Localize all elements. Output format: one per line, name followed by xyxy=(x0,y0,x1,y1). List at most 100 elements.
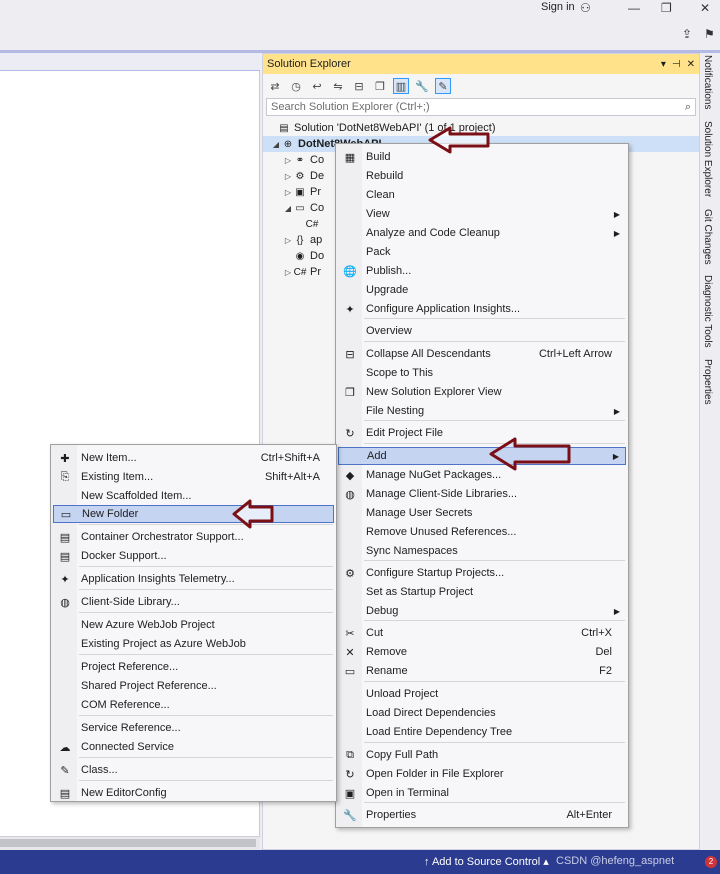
menu-item-manage-user-secrets[interactable]: Manage User Secrets xyxy=(338,504,626,522)
panel-close-icon[interactable]: ✕ xyxy=(687,59,695,70)
person-icon[interactable]: ⚇ xyxy=(580,1,591,15)
side-tab[interactable]: Git Changes xyxy=(702,209,713,265)
submenu-item-new-folder[interactable]: ▭ New Folder xyxy=(53,505,334,523)
submenu-item-shared-project-reference[interactable]: Shared Project Reference... xyxy=(53,677,334,695)
submenu-item-application-insights-telemetry[interactable]: ✦ Application Insights Telemetry... xyxy=(53,570,334,588)
menu-item-add[interactable]: Add ▶ xyxy=(338,447,626,465)
show-all-files-icon[interactable]: ❐ xyxy=(372,78,388,94)
notification-badge[interactable]: 2 xyxy=(705,856,717,868)
collapse-all-icon[interactable]: ⊟ xyxy=(351,78,367,94)
submenu-item-new-editorconfig[interactable]: ▤ New EditorConfig xyxy=(53,784,334,802)
menu-item-remove-unused-references[interactable]: Remove Unused References... xyxy=(338,523,626,541)
menu-shortcut: Ctrl+Left Arrow xyxy=(538,348,612,360)
sync-icon[interactable]: ⇋ xyxy=(330,78,346,94)
submenu-item-existing-project-as-azure-webjob[interactable]: Existing Project as Azure WebJob xyxy=(53,635,334,653)
properties-icon[interactable]: 🔧 xyxy=(414,78,430,94)
expander-icon[interactable]: ▷ xyxy=(283,172,293,181)
menu-item-manage-client-side-libraries[interactable]: ◍ Manage Client-Side Libraries... xyxy=(338,485,626,503)
menu-item-upgrade[interactable]: Upgrade xyxy=(338,281,626,299)
side-tab[interactable]: Notifications xyxy=(702,55,713,109)
sign-in-link[interactable]: Sign in xyxy=(541,1,575,13)
submenu-item-container-orchestrator-support[interactable]: ▤ Container Orchestrator Support... xyxy=(53,528,334,546)
menu-item-label: New Folder xyxy=(82,508,139,520)
horizontal-scrollbar[interactable] xyxy=(0,836,260,850)
menu-item-rebuild[interactable]: Rebuild xyxy=(338,167,626,185)
expander-icon[interactable]: ▷ xyxy=(283,156,293,165)
menu-item-analyze-and-code-cleanup[interactable]: Analyze and Code Cleanup ▶ xyxy=(338,224,626,242)
build-icon: ▦ xyxy=(344,151,356,164)
menu-item-unload-project[interactable]: Unload Project xyxy=(338,685,626,703)
menu-item-debug[interactable]: Debug ▶ xyxy=(338,602,626,620)
menu-item-overview[interactable]: Overview xyxy=(338,322,626,340)
feedback-icon[interactable]: ⚑ xyxy=(704,27,715,41)
menu-item-edit-project-file[interactable]: ↻ Edit Project File xyxy=(338,424,626,442)
expander-icon[interactable]: ◢ xyxy=(283,204,293,213)
terminal-icon: ▣ xyxy=(344,787,356,800)
side-tab[interactable]: Properties xyxy=(702,359,713,405)
expander-icon[interactable]: ◢ xyxy=(271,140,281,149)
class-icon: ✎ xyxy=(60,764,70,777)
close-icon[interactable]: ✕ xyxy=(700,1,710,15)
side-tab[interactable]: Diagnostic Tools xyxy=(702,275,713,348)
expander-icon[interactable]: ▷ xyxy=(283,268,293,277)
side-tab[interactable]: Solution Explorer xyxy=(702,121,713,197)
expander-icon[interactable]: ▷ xyxy=(283,188,293,197)
submenu-item-new-scaffolded-item[interactable]: New Scaffolded Item... xyxy=(53,487,334,505)
restore-icon[interactable]: ❐ xyxy=(661,1,672,15)
menu-item-collapse-all-descendants[interactable]: ⊟ Collapse All Descendants Ctrl+Left Arrow xyxy=(338,345,626,363)
menu-item-file-nesting[interactable]: File Nesting ▶ xyxy=(338,402,626,420)
menu-item-publish[interactable]: 🌐 Publish... xyxy=(338,262,626,280)
menu-item-pack[interactable]: Pack xyxy=(338,243,626,261)
menu-item-open-in-terminal[interactable]: ▣ Open in Terminal xyxy=(338,784,626,802)
menu-item-configure-startup-projects[interactable]: ⚙ Configure Startup Projects... xyxy=(338,564,626,582)
pin-icon[interactable]: ⊣ xyxy=(672,59,681,70)
submenu-item-project-reference[interactable]: Project Reference... xyxy=(53,658,334,676)
submenu-item-new-item[interactable]: ✚ New Item... Ctrl+Shift+A xyxy=(53,449,334,467)
menu-item-clean[interactable]: Clean xyxy=(338,186,626,204)
search-icon[interactable]: ⌕ xyxy=(685,101,695,114)
expander-icon[interactable]: ▷ xyxy=(283,236,293,245)
solution-explorer-search[interactable]: Search Solution Explorer (Ctrl+;) ⌕ xyxy=(266,98,696,116)
preview-icon[interactable]: ▥ xyxy=(393,78,409,94)
menu-separator xyxy=(79,715,333,716)
menu-item-sync-namespaces[interactable]: Sync Namespaces xyxy=(338,542,626,560)
submenu-item-existing-item[interactable]: ⎘ Existing Item... Shift+Alt+A xyxy=(53,468,334,486)
scrollbar-thumb[interactable] xyxy=(0,839,256,847)
menu-item-label: Open in Terminal xyxy=(366,787,449,799)
menu-item-new-solution-explorer-view[interactable]: ❐ New Solution Explorer View xyxy=(338,383,626,401)
menu-item-configure-application-insights[interactable]: ✦ Configure Application Insights... xyxy=(338,300,626,318)
folder-icon: ▭ xyxy=(60,508,72,521)
submenu-item-connected-service[interactable]: ☁ Connected Service xyxy=(53,738,334,756)
menu-item-load-entire-dependency-tree[interactable]: Load Entire Dependency Tree xyxy=(338,723,626,741)
submenu-item-client-side-library[interactable]: ◍ Client-Side Library... xyxy=(53,593,334,611)
minimize-icon[interactable]: — xyxy=(628,1,640,15)
menu-item-rename[interactable]: ▭ Rename F2 xyxy=(338,662,626,680)
submenu-item-new-azure-webjob-project[interactable]: New Azure WebJob Project xyxy=(53,616,334,634)
add-to-source-control-button[interactable]: ↑ Add to Source Control ▴ xyxy=(424,855,549,868)
menu-item-label: Edit Project File xyxy=(366,427,444,439)
share-icon[interactable]: ⇪ xyxy=(682,27,692,41)
submenu-item-docker-support[interactable]: ▤ Docker Support... xyxy=(53,547,334,565)
submenu-item-com-reference[interactable]: COM Reference... xyxy=(53,696,334,714)
switch-views-icon[interactable]: ⇄ xyxy=(267,78,283,94)
menu-item-cut[interactable]: ✂ Cut Ctrl+X xyxy=(338,624,626,642)
menu-item-remove[interactable]: ✕ Remove Del xyxy=(338,643,626,661)
preview-selected-icon[interactable]: ✎ xyxy=(435,78,451,94)
menu-item-view[interactable]: View ▶ xyxy=(338,205,626,223)
menu-shortcut: Ctrl+X xyxy=(581,627,612,639)
submenu-item-service-reference[interactable]: Service Reference... xyxy=(53,719,334,737)
back-icon[interactable]: ↩ xyxy=(309,78,325,94)
menu-item-manage-nuget-packages[interactable]: ◆ Manage NuGet Packages... xyxy=(338,466,626,484)
menu-item-open-folder-in-file-explorer[interactable]: ↻ Open Folder in File Explorer xyxy=(338,765,626,783)
menu-item-properties[interactable]: 🔧 Properties Alt+Enter xyxy=(338,806,626,824)
window-position-icon[interactable]: ▾ xyxy=(661,59,666,70)
menu-item-load-direct-dependencies[interactable]: Load Direct Dependencies xyxy=(338,704,626,722)
menu-item-copy-full-path[interactable]: ⧉ Copy Full Path xyxy=(338,746,626,764)
menu-item-label: Configure Startup Projects... xyxy=(366,567,505,579)
menu-item-scope-to-this[interactable]: Scope to This xyxy=(338,364,626,382)
menu-shortcut: Shift+Alt+A xyxy=(264,471,320,483)
submenu-item-class[interactable]: ✎ Class... xyxy=(53,761,334,779)
history-icon[interactable]: ◷ xyxy=(288,78,304,94)
menu-item-set-as-startup-project[interactable]: Set as Startup Project xyxy=(338,583,626,601)
csharp-icon: C# xyxy=(293,266,307,278)
